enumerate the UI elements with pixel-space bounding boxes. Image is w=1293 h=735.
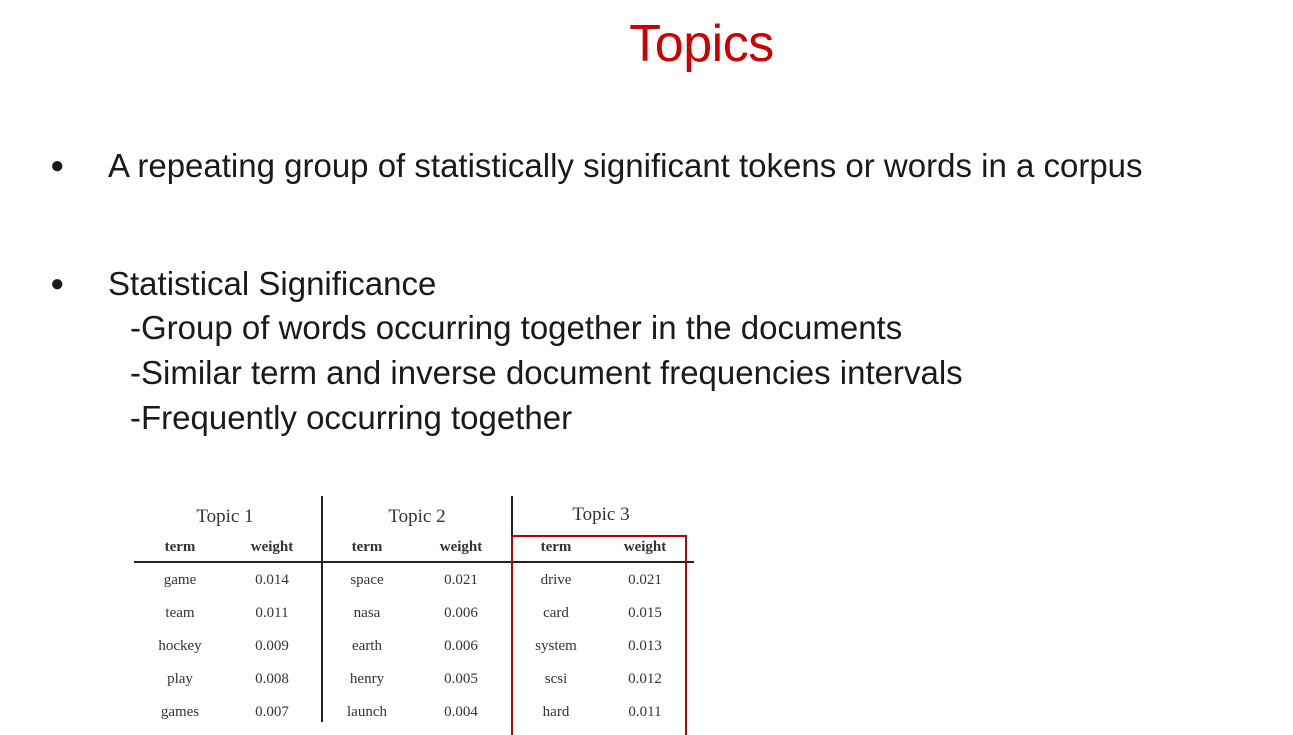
term-cell: nasa [353,605,381,621]
weight-cell: 0.021 [444,572,478,588]
topic-group-2: Topic 2 term weight space 0.021 nasa 0.0… [323,492,511,728]
term-cell: scsi [544,671,568,687]
weight-cell: 0.013 [628,638,662,654]
weight-cell: 0.009 [255,638,289,654]
topic-title: Topic 3 [572,504,630,525]
weight-cell: 0.004 [444,704,478,720]
term-cell: team [165,605,195,621]
bullet-dot: ● [50,270,65,297]
term-cell: hockey [158,638,202,654]
column-header-term: term [164,539,196,555]
bullet-dot: ● [50,152,65,179]
term-cell: space [350,572,384,588]
term-cell: hard [542,704,570,720]
column-header-weight: weight [250,539,294,555]
term-cell: launch [347,704,387,720]
term-cell: games [160,704,200,720]
column-header-term: term [540,539,572,555]
topic-group-1: Topic 1 term weight game 0.014 team 0.01… [130,492,320,728]
term-cell: card [543,605,569,621]
weight-cell: 0.014 [255,572,289,588]
weight-cell: 0.005 [444,671,478,687]
topics-table: Topic 1 term weight game 0.014 team 0.01… [130,492,700,735]
bullet-text: A repeating group of statistically signi… [108,147,1143,184]
weight-cell: 0.007 [255,704,289,720]
topic-group-3: Topic 3 term weight drive 0.021 card 0.0… [513,492,689,728]
column-header-term: term [351,539,383,555]
term-cell: system [535,638,577,654]
bullet-text: Statistical Significance [108,265,437,302]
term-cell: drive [540,572,572,588]
term-cell: game [163,572,197,588]
weight-cell: 0.012 [628,671,662,687]
column-header-weight: weight [623,539,667,555]
subpoint: -Frequently occurring together [130,399,573,436]
weight-cell: 0.011 [255,605,289,621]
term-cell: henry [349,671,385,687]
weight-cell: 0.006 [444,605,478,621]
weight-cell: 0.011 [628,704,662,720]
weight-cell: 0.015 [628,605,662,621]
term-cell: play [167,671,193,687]
slide-title: Topics [629,15,774,73]
column-header-weight: weight [439,539,483,555]
weight-cell: 0.008 [255,671,289,687]
weight-cell: 0.006 [444,638,478,654]
weight-cell: 0.021 [628,572,662,588]
subpoint: -Similar term and inverse document frequ… [130,354,963,391]
topic-title: Topic 1 [196,506,254,527]
subpoint: -Group of words occurring together in th… [130,309,903,346]
topic-title: Topic 2 [388,506,446,527]
term-cell: earth [352,638,382,654]
